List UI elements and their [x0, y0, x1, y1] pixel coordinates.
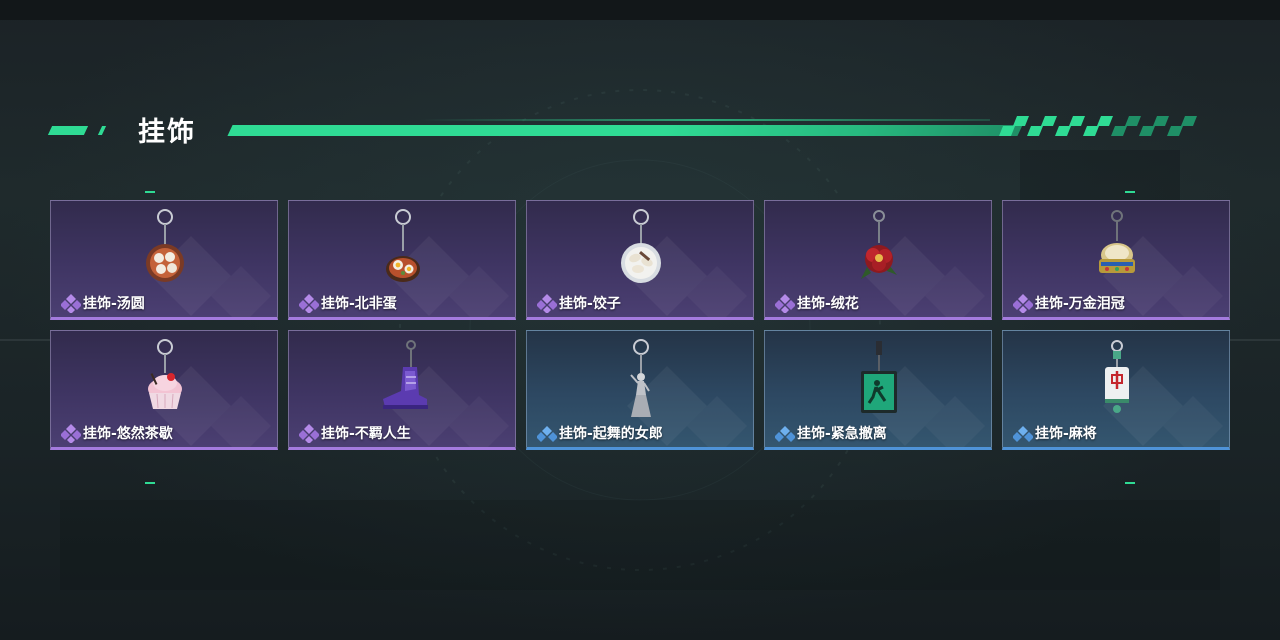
rarity-blue-icon	[537, 426, 557, 442]
charm-name: 挂饰-万金泪冠	[1035, 296, 1125, 312]
corner-mark	[1125, 191, 1135, 193]
corner-mark	[145, 482, 155, 484]
header-accent-tick	[97, 126, 107, 135]
golden-crown-charm-icon	[1099, 210, 1135, 273]
rarity-blue-icon	[775, 426, 795, 442]
dumplings-charm-icon	[621, 209, 661, 283]
charm-card[interactable]: 挂饰-麻将	[1002, 330, 1230, 450]
charm-name: 挂饰-麻将	[1035, 426, 1097, 442]
header-thin-line	[420, 119, 990, 121]
rarity-purple-icon	[1013, 294, 1033, 313]
charm-name: 挂饰-汤圆	[83, 296, 145, 312]
rarity-purple-icon	[775, 294, 795, 313]
charm-name: 挂饰-紧急撤离	[797, 426, 887, 442]
rarity-purple-icon	[299, 294, 319, 313]
charm-name: 挂饰-起舞的女郎	[559, 426, 663, 442]
shakshuka-charm-icon	[386, 209, 420, 282]
header-checker-pattern	[999, 116, 1197, 136]
dancer-charm-icon	[630, 339, 651, 417]
exit-sign-charm-icon	[861, 341, 897, 413]
charm-name: 挂饰-悠然茶歇	[83, 426, 173, 442]
charm-name: 挂饰-绒花	[797, 296, 859, 312]
header-accent-bar	[47, 126, 89, 135]
charm-card[interactable]: 挂饰-悠然茶歇	[50, 330, 278, 450]
corner-mark	[1125, 482, 1135, 484]
charm-card[interactable]: 挂饰-紧急撤离	[764, 330, 992, 450]
charm-name: 挂饰-北非蛋	[321, 296, 397, 312]
tangyuan-charm-icon	[146, 209, 184, 282]
top-strip	[0, 0, 1280, 20]
rarity-purple-icon	[299, 424, 319, 443]
rarity-purple-icon	[61, 424, 81, 443]
sneaker-charm-icon	[383, 340, 428, 409]
charm-card[interactable]: 挂饰-北非蛋	[288, 200, 516, 320]
charm-card[interactable]: 挂饰-汤圆	[50, 200, 278, 320]
charm-grid: 挂饰-汤圆 挂饰-北非蛋 挂饰-饺子 挂饰-绒花 挂饰-万金泪冠 挂饰-悠然茶歇…	[50, 200, 1230, 450]
charm-card[interactable]: 挂饰-起舞的女郎	[526, 330, 754, 450]
charm-card[interactable]: 挂饰-不羁人生	[288, 330, 516, 450]
section-header: 挂饰	[0, 100, 1280, 160]
rarity-purple-icon	[537, 294, 557, 313]
cupcake-charm-icon	[148, 339, 182, 409]
charm-card[interactable]: 挂饰-万金泪冠	[1002, 200, 1230, 320]
rarity-purple-icon	[61, 294, 81, 313]
mahjong-tile-charm-icon	[1105, 340, 1129, 413]
charm-card[interactable]: 挂饰-绒花	[764, 200, 992, 320]
charm-name: 挂饰-饺子	[559, 296, 621, 312]
corner-mark	[145, 191, 155, 193]
charm-card[interactable]: 挂饰-饺子	[526, 200, 754, 320]
charm-name: 挂饰-不羁人生	[321, 426, 411, 442]
section-title: 挂饰	[138, 117, 196, 148]
velvet-flower-charm-icon	[861, 210, 897, 279]
header-accent-line	[227, 125, 1023, 136]
rarity-blue-icon	[1013, 426, 1033, 442]
